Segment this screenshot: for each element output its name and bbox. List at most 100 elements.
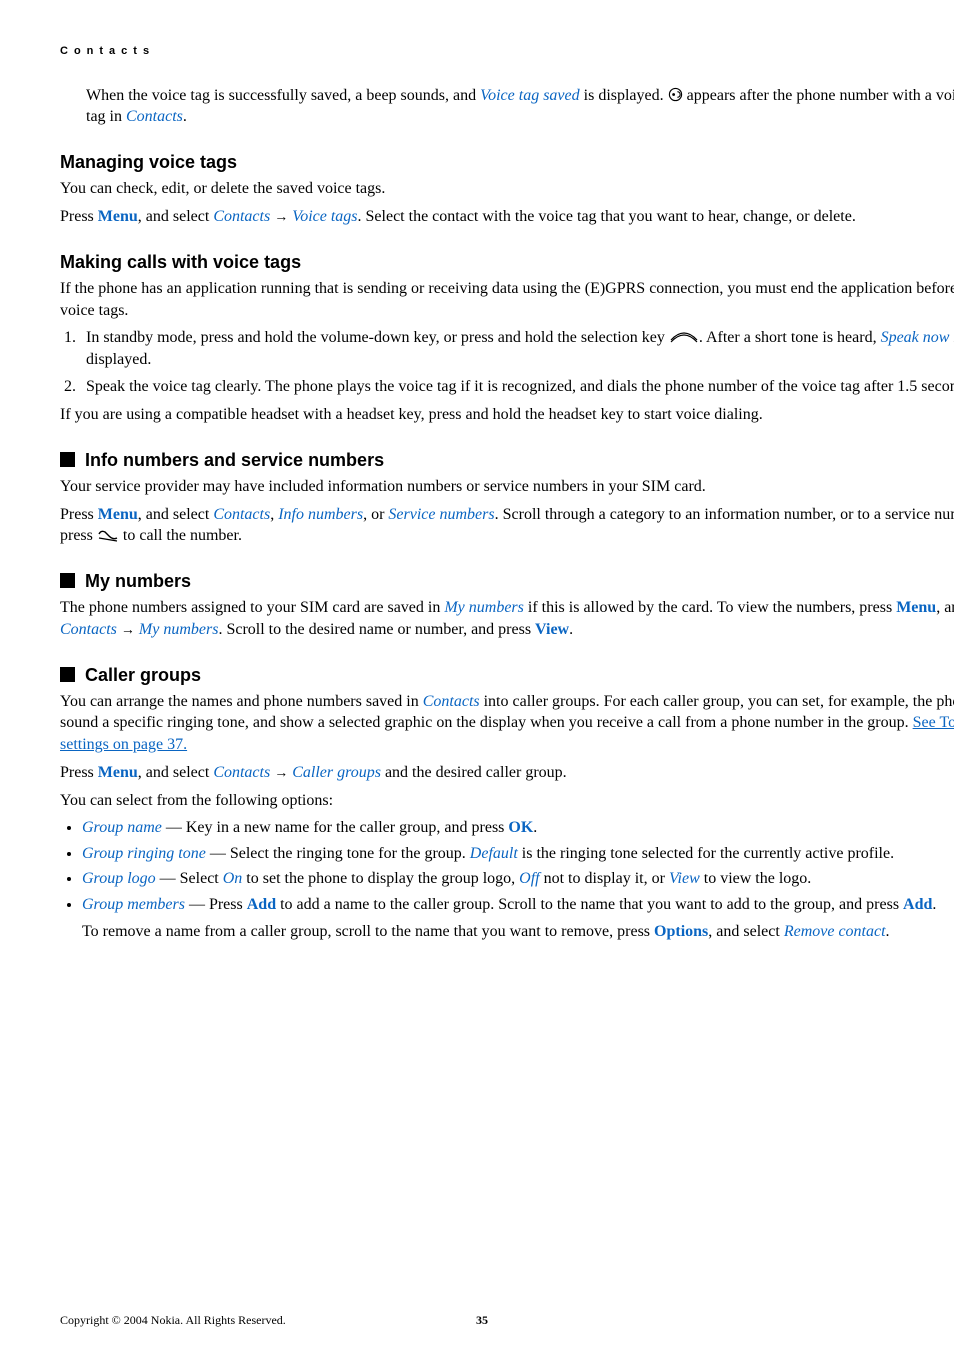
ui-path-contacts: Contacts	[213, 208, 270, 225]
ui-string-view: View	[669, 870, 700, 887]
heading-caller-groups: Caller groups	[60, 663, 954, 687]
text: Press	[60, 764, 98, 781]
text: to call the number.	[123, 527, 242, 544]
text: To remove a name from a caller group, sc…	[82, 923, 654, 940]
ui-string-contacts: Contacts	[126, 108, 183, 125]
text: .	[533, 819, 537, 836]
softkey-menu: Menu	[896, 599, 936, 616]
paragraph: Press Menu, and select Contacts → Voice …	[60, 206, 954, 228]
text: . Select the contact with the voice tag …	[358, 208, 856, 225]
text: When the voice tag is successfully saved…	[86, 87, 480, 104]
text: , or	[363, 506, 388, 523]
list-item-subparagraph: To remove a name from a caller group, sc…	[82, 921, 954, 943]
list-item: Group members — Press Add to add a name …	[82, 894, 954, 943]
section-square-icon	[60, 667, 75, 682]
nav-arrow-icon: →	[121, 623, 135, 638]
text: if this is allowed by the card. To view …	[524, 599, 896, 616]
paragraph: You can arrange the names and phone numb…	[60, 691, 954, 756]
softkey-add: Add	[903, 896, 932, 913]
ui-path-service-numbers: Service numbers	[388, 506, 494, 523]
ui-string-remove-contact: Remove contact	[784, 923, 886, 940]
text: is displayed.	[580, 87, 668, 104]
text: , and select	[138, 506, 214, 523]
ui-path-info-numbers: Info numbers	[278, 506, 363, 523]
section-square-icon	[60, 573, 75, 588]
text: , and select	[936, 599, 954, 616]
paragraph: You can check, edit, or delete the saved…	[60, 178, 954, 200]
ui-string-speak-now: Speak now	[881, 329, 950, 346]
text: .	[569, 621, 573, 638]
ui-string-group-ringing-tone: Group ringing tone	[82, 845, 206, 862]
list-item: Group name — Key in a new name for the c…	[82, 817, 954, 839]
running-header: Contacts	[60, 44, 954, 59]
ui-path-contacts: Contacts	[213, 506, 270, 523]
ui-string-default: Default	[470, 845, 518, 862]
text: — Press	[185, 896, 247, 913]
nav-arrow-icon: →	[274, 210, 288, 225]
text: The phone numbers assigned to your SIM c…	[60, 599, 444, 616]
ui-string-voice-tag-saved: Voice tag saved	[480, 87, 580, 104]
paragraph: Press Menu, and select Contacts → Caller…	[60, 762, 954, 784]
softkey-view: View	[535, 621, 569, 638]
softkey-menu: Menu	[98, 506, 138, 523]
ui-string-group-logo: Group logo	[82, 870, 156, 887]
heading-text: My numbers	[85, 569, 191, 593]
ui-string-my-numbers: My numbers	[444, 599, 524, 616]
softkey-add: Add	[247, 896, 276, 913]
ui-path-caller-groups: Caller groups	[292, 764, 381, 781]
intro-paragraph: When the voice tag is successfully saved…	[86, 85, 954, 128]
page-number: 35	[476, 1312, 488, 1328]
call-key-icon	[97, 527, 119, 541]
text: — Select	[156, 870, 223, 887]
list-item: Group logo — Select On to set the phone …	[82, 868, 954, 890]
softkey-menu: Menu	[98, 764, 138, 781]
list-item: Group ringing tone — Select the ringing …	[82, 843, 954, 865]
paragraph: If the phone has an application running …	[60, 278, 954, 321]
heading-making-calls: Making calls with voice tags	[60, 250, 954, 274]
text: , and select	[708, 923, 784, 940]
text: Press	[60, 506, 98, 523]
text: . Scroll to the desired name or number, …	[218, 621, 535, 638]
heading-text: Info numbers and service numbers	[85, 448, 384, 472]
heading-info-service-numbers: Info numbers and service numbers	[60, 448, 954, 472]
paragraph: Your service provider may have included …	[60, 476, 954, 498]
text: — Select the ringing tone for the group.	[206, 845, 470, 862]
ui-string-off: Off	[519, 870, 539, 887]
text: , and select	[138, 764, 214, 781]
paragraph: If you are using a compatible headset wi…	[60, 404, 954, 426]
ui-path-my-numbers: My numbers	[139, 621, 219, 638]
numbered-list: In standby mode, press and hold the volu…	[60, 327, 954, 398]
text: .	[886, 923, 890, 940]
heading-text: Caller groups	[85, 663, 201, 687]
paragraph: You can select from the following option…	[60, 790, 954, 812]
text: to add a name to the caller group. Scrol…	[276, 896, 903, 913]
ui-string-on: On	[223, 870, 243, 887]
text: . After a short tone is heard,	[699, 329, 881, 346]
voice-tag-icon	[668, 87, 683, 102]
softkey-ok: OK	[508, 819, 533, 836]
ui-string-contacts: Contacts	[423, 693, 480, 710]
text: , and select	[138, 208, 214, 225]
ui-path-contacts: Contacts	[213, 764, 270, 781]
text: to set the phone to display the group lo…	[242, 870, 519, 887]
heading-managing-voice-tags: Managing voice tags	[60, 150, 954, 174]
softkey-menu: Menu	[98, 208, 138, 225]
ui-path-contacts: Contacts	[60, 621, 117, 638]
list-item: In standby mode, press and hold the volu…	[86, 327, 954, 370]
heading-my-numbers: My numbers	[60, 569, 954, 593]
ui-string-group-name: Group name	[82, 819, 162, 836]
text: — Key in a new name for the caller group…	[162, 819, 509, 836]
text: .	[932, 896, 936, 913]
text: ,	[270, 506, 278, 523]
text: is the ringing tone selected for the cur…	[518, 845, 894, 862]
text: In standby mode, press and hold the volu…	[86, 329, 669, 346]
text: .	[183, 108, 187, 125]
text: and the desired caller group.	[381, 764, 567, 781]
text: Press	[60, 208, 98, 225]
section-square-icon	[60, 452, 75, 467]
paragraph: The phone numbers assigned to your SIM c…	[60, 597, 954, 640]
ui-string-group-members: Group members	[82, 896, 185, 913]
paragraph: Press Menu, and select Contacts, Info nu…	[60, 504, 954, 547]
text: not to display it, or	[540, 870, 669, 887]
text: You can arrange the names and phone numb…	[60, 693, 423, 710]
